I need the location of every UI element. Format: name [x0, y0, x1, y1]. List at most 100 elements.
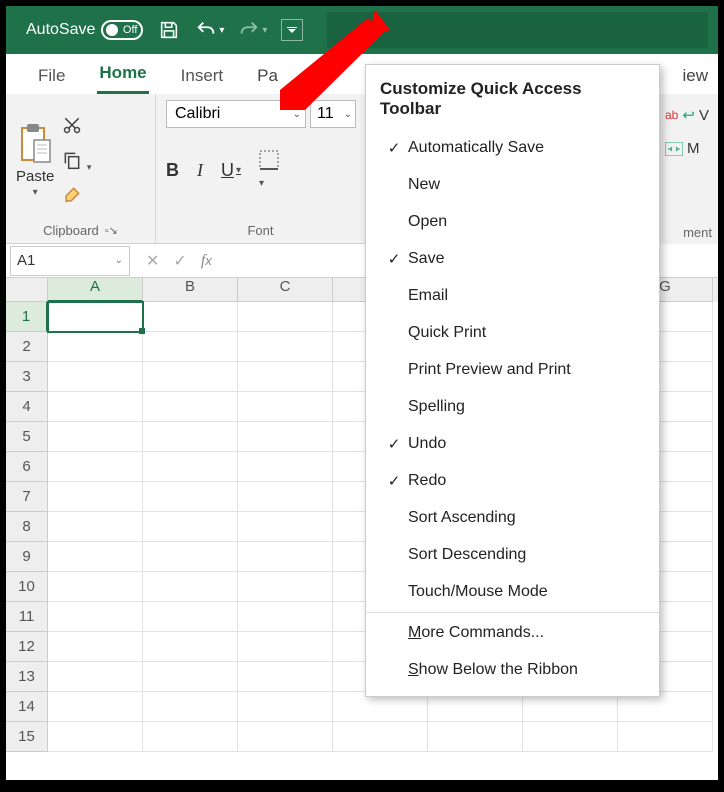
- qat-menu-item[interactable]: Print Preview and Print: [366, 351, 659, 388]
- redo-button[interactable]: ▾: [238, 19, 267, 41]
- borders-button[interactable]: ▾: [259, 150, 279, 191]
- cell[interactable]: [48, 542, 143, 572]
- row-header[interactable]: 10: [6, 572, 48, 602]
- customize-qat-button[interactable]: [281, 19, 303, 41]
- cell[interactable]: [48, 392, 143, 422]
- cell[interactable]: [48, 602, 143, 632]
- undo-button[interactable]: ▾: [195, 19, 224, 41]
- autosave-toggle[interactable]: AutoSave Off: [26, 20, 143, 40]
- cell[interactable]: [48, 302, 143, 332]
- font-name-select[interactable]: Calibri⌄: [166, 100, 306, 128]
- cell[interactable]: [238, 542, 333, 572]
- cell[interactable]: [48, 422, 143, 452]
- qat-menu-item[interactable]: Email: [366, 277, 659, 314]
- cell[interactable]: [48, 512, 143, 542]
- qat-menu-item[interactable]: Sort Ascending: [366, 499, 659, 536]
- toggle-switch[interactable]: Off: [101, 20, 143, 40]
- italic-button[interactable]: I: [197, 160, 203, 181]
- bold-button[interactable]: B: [166, 160, 179, 181]
- cell[interactable]: [143, 362, 238, 392]
- cell[interactable]: [238, 422, 333, 452]
- save-icon[interactable]: [157, 18, 181, 42]
- cell[interactable]: [48, 452, 143, 482]
- cell[interactable]: [143, 512, 238, 542]
- cell[interactable]: [238, 452, 333, 482]
- cell[interactable]: [143, 422, 238, 452]
- cell[interactable]: [238, 512, 333, 542]
- cell[interactable]: [48, 632, 143, 662]
- cell[interactable]: [143, 662, 238, 692]
- chevron-down-icon[interactable]: ▾: [219, 25, 224, 36]
- qat-menu-item[interactable]: Touch/Mouse Mode: [366, 573, 659, 610]
- chevron-down-icon[interactable]: ▾: [33, 187, 38, 198]
- qat-menu-item[interactable]: ✓Automatically Save: [366, 129, 659, 166]
- cell[interactable]: [238, 722, 333, 752]
- name-box[interactable]: A1⌄: [10, 246, 130, 276]
- row-header[interactable]: 1: [6, 302, 48, 332]
- cell[interactable]: [143, 632, 238, 662]
- row-header[interactable]: 15: [6, 722, 48, 752]
- merge-center-partial[interactable]: M: [665, 140, 700, 157]
- copy-icon[interactable]: ▾: [62, 150, 91, 175]
- cell[interactable]: [238, 662, 333, 692]
- dialog-launcher-icon[interactable]: ▫↘: [105, 224, 118, 237]
- tab-home[interactable]: Home: [97, 57, 148, 94]
- cell[interactable]: [48, 332, 143, 362]
- cell[interactable]: [238, 692, 333, 722]
- cell[interactable]: [618, 722, 713, 752]
- qat-menu-item[interactable]: Quick Print: [366, 314, 659, 351]
- tab-insert[interactable]: Insert: [179, 60, 226, 94]
- cell[interactable]: [143, 452, 238, 482]
- row-header[interactable]: 8: [6, 512, 48, 542]
- row-header[interactable]: 13: [6, 662, 48, 692]
- select-all-corner[interactable]: [6, 278, 48, 302]
- cell[interactable]: [143, 542, 238, 572]
- chevron-down-icon[interactable]: ▾: [262, 25, 267, 36]
- row-header[interactable]: 11: [6, 602, 48, 632]
- underline-button[interactable]: U▾: [221, 160, 241, 181]
- cell[interactable]: [48, 362, 143, 392]
- cell[interactable]: [238, 332, 333, 362]
- cell[interactable]: [238, 392, 333, 422]
- wrap-text-partial[interactable]: ab↩ V: [665, 106, 709, 124]
- cell[interactable]: [238, 302, 333, 332]
- cell[interactable]: [238, 572, 333, 602]
- qat-menu-item[interactable]: ✓Save: [366, 240, 659, 277]
- qat-menu-item[interactable]: Sort Descending: [366, 536, 659, 573]
- chevron-down-icon[interactable]: ⌄: [293, 109, 301, 120]
- column-header[interactable]: C: [238, 278, 333, 302]
- cell[interactable]: [143, 692, 238, 722]
- cell[interactable]: [48, 482, 143, 512]
- row-header[interactable]: 12: [6, 632, 48, 662]
- row-header[interactable]: 14: [6, 692, 48, 722]
- font-size-select[interactable]: 11⌄: [310, 100, 356, 128]
- cell[interactable]: [428, 722, 523, 752]
- row-header[interactable]: 2: [6, 332, 48, 362]
- cell[interactable]: [333, 722, 428, 752]
- cut-icon[interactable]: [62, 115, 91, 140]
- row-header[interactable]: 4: [6, 392, 48, 422]
- qat-menu-more-commands[interactable]: More Commands...: [366, 612, 659, 651]
- row-header[interactable]: 6: [6, 452, 48, 482]
- row-header[interactable]: 5: [6, 422, 48, 452]
- row-header[interactable]: 9: [6, 542, 48, 572]
- qat-menu-show-below-ribbon[interactable]: Show Below the Ribbon: [366, 651, 659, 688]
- row-header[interactable]: 7: [6, 482, 48, 512]
- qat-menu-item[interactable]: Spelling: [366, 388, 659, 425]
- qat-menu-item[interactable]: ✓Redo: [366, 462, 659, 499]
- cell[interactable]: [48, 662, 143, 692]
- cell[interactable]: [143, 572, 238, 602]
- cell[interactable]: [48, 572, 143, 602]
- cell[interactable]: [238, 362, 333, 392]
- row-header[interactable]: 3: [6, 362, 48, 392]
- qat-menu-item[interactable]: Open: [366, 203, 659, 240]
- cell[interactable]: [238, 632, 333, 662]
- cell[interactable]: [143, 482, 238, 512]
- chevron-down-icon[interactable]: ⌄: [115, 255, 123, 266]
- fx-icon[interactable]: fx: [201, 252, 212, 270]
- column-header[interactable]: B: [143, 278, 238, 302]
- cell[interactable]: [48, 722, 143, 752]
- cell[interactable]: [143, 722, 238, 752]
- cell[interactable]: [143, 602, 238, 632]
- column-header[interactable]: A: [48, 278, 143, 302]
